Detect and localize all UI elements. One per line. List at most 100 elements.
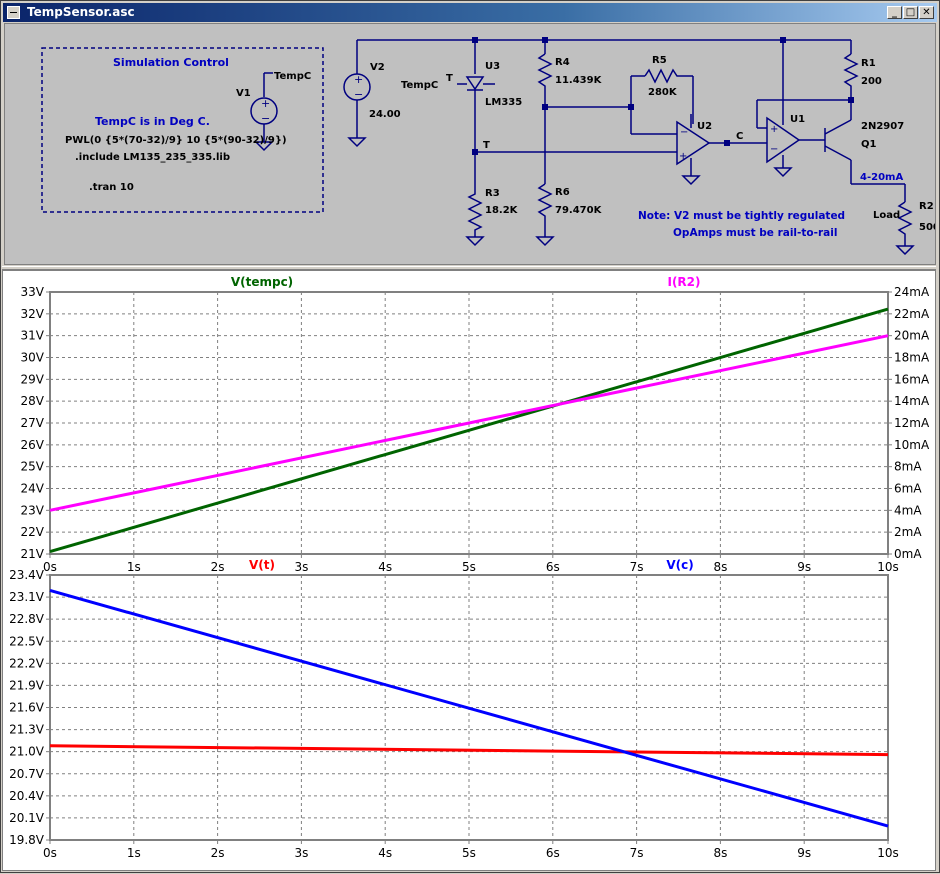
v2-value: 24.00 [369,109,401,120]
r2-label: R2 [919,201,934,212]
u1-label: U1 [790,114,805,125]
svg-text:−: − [770,144,778,155]
series-legend-label: V(tempc) [231,275,293,289]
x-tick-label: 4s [378,846,392,860]
x-tick-label: 8s [713,846,727,860]
sim-control-title: Simulation Control [113,56,229,69]
y-tick-label-right: 2mA [894,525,922,539]
plot-pane-1: 0s 1s 2s 3s 4s 5s 6s 7s 8s 9s 10s 21V 22V 23V 24V 25V 26… [21,275,930,574]
y-tick-label-left: 20.7V [9,767,45,781]
series-legend-label: V(c) [666,558,693,572]
r6-label: R6 [555,187,570,198]
t-node-label: T [483,140,490,151]
minimize-button[interactable]: _ [887,6,902,19]
y-tick-label-right: 16mA [894,372,930,386]
v1-node-label: TempC [274,71,311,82]
window-menu-icon[interactable] [7,6,20,19]
y-tick-label-right: 18mA [894,351,930,365]
y-tick-label-left: 19.8V [9,833,45,847]
y-tick-label-left: 21.9V [9,678,45,692]
x-tick-label: 10s [877,846,899,860]
r2-value: 500 [919,222,936,233]
y-tick-label-left: 26V [21,438,45,452]
r1-label: R1 [861,58,876,69]
schematic-canvas[interactable]: + − + − − + + − Simulation Control TempC… [5,24,936,265]
y-tick-label-right: 0mA [894,547,922,561]
svg-text:+: + [261,97,270,110]
y-tick-label-left: 20.1V [9,811,45,825]
y-tick-label-right: 8mA [894,460,922,474]
u3-pin-label: T [446,73,453,84]
x-tick-label: 2s [211,846,225,860]
r5-label: R5 [652,55,667,66]
window-title: TempSensor.asc [27,5,135,19]
y-tick-label-right: 22mA [894,307,930,321]
y-tick-label-left: 22V [21,525,45,539]
series-legend-label: I(R2) [667,275,700,289]
schematic-pane[interactable]: + − + − − + + − Simulation Control TempC… [4,23,936,265]
output-current-label: 4-20mA [860,172,903,183]
r6-value: 79.470K [555,205,603,216]
q1-part: 2N2907 [861,121,904,132]
series-legend-label: V(t) [249,558,275,572]
y-tick-label-left: 23.4V [9,568,45,582]
svg-text:−: − [680,127,688,138]
plot-pane-2: 0s 1s 2s 3s 4s 5s 6s 7s 8s 9s 10s 19.8V 20.1V 20.4V 20… [9,558,899,860]
x-tick-label: 1s [127,846,141,860]
x-tick-label: 9s [797,846,811,860]
waveform-canvas[interactable]: 0s 1s 2s 3s 4s 5s 6s 7s 8s 9s 10s 21V 22V 23V 24V 25V 26… [3,271,935,870]
y-tick-label-left: 21.0V [9,745,45,759]
y-tick-label-right: 6mA [894,482,922,496]
sim-note-text: TempC is in Deg C. [95,115,210,128]
svg-text:−: − [354,88,363,101]
x-tick-label: 2s [211,560,225,574]
x-tick-label: 7s [630,846,644,860]
y-tick-label-right: 24mA [894,285,930,299]
maximize-button[interactable]: □ [903,6,918,19]
x-tick-label: 6s [546,846,560,860]
x-tick-label: 4s [378,560,392,574]
pwl-directive[interactable]: PWL(0 {5*(70-32)/9} 10 {5*(90-32)/9}) [65,135,287,146]
r4-label: R4 [555,57,570,68]
u3-part: LM335 [485,97,522,108]
x-tick-label: 5s [462,560,476,574]
q1-label: Q1 [861,139,877,150]
tran-directive[interactable]: .tran 10 [89,182,134,193]
r4-value: 11.439K [555,75,603,86]
y-tick-label-right: 14mA [894,394,930,408]
y-tick-label-left: 33V [21,285,45,299]
r5-value: 280K [648,87,678,98]
svg-text:+: + [354,73,363,86]
y-tick-label-right: 4mA [894,503,922,517]
note-line-2: OpAmps must be rail-to-rail [673,227,837,239]
x-tick-label: 7s [630,560,644,574]
u3-node-label: TempC [401,80,438,91]
y-tick-label-left: 28V [21,394,45,408]
r1-value: 200 [861,76,882,87]
c-node-label: C [736,131,743,142]
svg-text:+: + [770,124,778,135]
y-tick-label-left: 27V [21,416,45,430]
y-tick-label-left: 20.4V [9,789,45,803]
x-tick-label: 10s [877,560,899,574]
y-tick-label-right: 20mA [894,329,930,343]
u3-label: U3 [485,61,500,72]
y-tick-label-left: 21.6V [9,701,45,715]
y-tick-label-left: 23V [21,503,45,517]
y-tick-label-left: 22.5V [9,634,45,648]
y-tick-label-left: 29V [21,372,45,386]
close-button[interactable]: ✕ [919,6,934,19]
title-bar[interactable]: TempSensor.asc _ □ ✕ [3,3,937,22]
x-tick-label: 8s [713,560,727,574]
y-tick-label-left: 25V [21,460,45,474]
y-tick-label-left: 30V [21,351,45,365]
v2-label: V2 [370,62,385,73]
include-directive[interactable]: .include LM135_235_335.lib [75,152,230,163]
y-tick-label-left: 21V [21,547,45,561]
x-tick-label: 9s [797,560,811,574]
note-line-1: Note: V2 must be tightly regulated [638,210,845,222]
waveform-pane[interactable]: 0s 1s 2s 3s 4s 5s 6s 7s 8s 9s 10s 21V 22V 23V 24V 25V 26… [2,270,936,871]
r3-label: R3 [485,188,500,199]
y-tick-label-left: 31V [21,329,45,343]
y-tick-label-left: 32V [21,307,45,321]
